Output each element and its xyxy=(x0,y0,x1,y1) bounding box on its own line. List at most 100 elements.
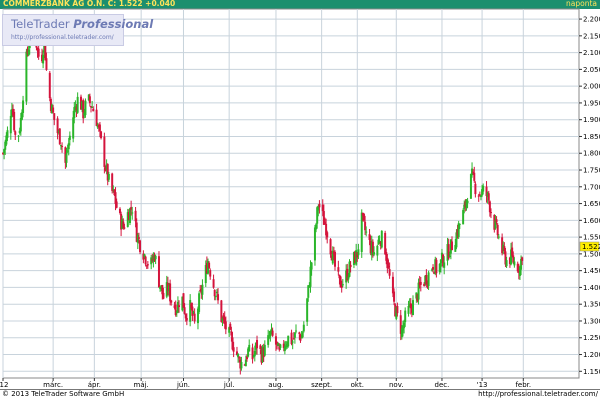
candle-down xyxy=(496,224,499,236)
candle-up xyxy=(17,135,20,137)
x-tick-label: okt. xyxy=(351,381,364,389)
candle-down xyxy=(100,131,103,139)
candle-down xyxy=(450,241,453,250)
candle-up xyxy=(357,249,360,256)
candle-up xyxy=(240,361,243,369)
candle-up xyxy=(513,261,516,266)
candle-down xyxy=(139,240,142,252)
x-tick-label: '13 xyxy=(477,381,488,389)
candle-down xyxy=(224,321,227,330)
y-tick-label: 1.350 xyxy=(583,301,600,309)
candle-up xyxy=(427,272,430,287)
candle-down xyxy=(178,305,181,307)
candle-up xyxy=(198,293,201,312)
y-tick-label: 1.400 xyxy=(583,284,600,292)
candle-up xyxy=(497,236,500,238)
candle-up xyxy=(365,231,368,233)
candle-down xyxy=(169,283,172,302)
y-tick-label: 1.950 xyxy=(583,99,600,107)
candle-up xyxy=(458,223,461,225)
y-tick-label: 1.150 xyxy=(583,368,600,376)
candle-down xyxy=(495,219,498,223)
y-tick-label: 1.700 xyxy=(583,183,600,191)
candle-down xyxy=(115,201,118,208)
candle-down xyxy=(185,317,188,321)
candle-up xyxy=(287,335,290,347)
candle-down xyxy=(183,307,186,314)
watermark-brand: TeleTrader Professional xyxy=(11,17,153,31)
candle-down xyxy=(232,347,235,352)
y-tick-label: 1.250 xyxy=(583,334,600,342)
candle-up xyxy=(505,260,508,267)
candle-up xyxy=(341,284,344,286)
x-tick-label: ápr. xyxy=(88,381,101,389)
y-tick-label: 2.150 xyxy=(583,32,600,40)
x-tick-label: máj. xyxy=(134,381,149,389)
x-tick-label: febr. xyxy=(515,381,531,389)
candle-up xyxy=(107,174,110,180)
candle-up xyxy=(291,341,294,343)
candle-up xyxy=(482,185,485,192)
x-tick-label: '12 xyxy=(0,381,8,389)
candle-down xyxy=(318,203,321,208)
candle-down xyxy=(45,58,48,70)
candle-down xyxy=(61,145,64,147)
candle-down xyxy=(474,183,477,195)
candle-down xyxy=(256,339,259,349)
candle-down xyxy=(213,289,216,297)
candle-down xyxy=(326,232,329,238)
y-tick-label: 1.450 xyxy=(583,267,600,275)
candle-up xyxy=(68,135,71,140)
candle-down xyxy=(146,264,149,266)
y-tick-label: 1.850 xyxy=(583,133,600,141)
candle-down xyxy=(88,96,91,104)
candle-up xyxy=(373,252,376,255)
chart-footer: © 2013 TeleTrader Software GmbH http://p… xyxy=(0,389,600,401)
candle-up xyxy=(76,96,79,113)
candle-down xyxy=(208,262,211,268)
candle-down xyxy=(393,291,396,302)
price-chart: 2.200 2.150 2.100 2.050 2.000 1.950 1.900 1.850… xyxy=(0,8,600,389)
y-tick-label: 2.000 xyxy=(583,83,600,91)
candle-down xyxy=(419,281,422,285)
candle-down xyxy=(52,107,55,113)
y-tick-label: 2.200 xyxy=(583,16,600,24)
candle-down xyxy=(162,292,165,299)
candle-down xyxy=(157,256,160,288)
candle-down xyxy=(37,48,40,57)
candle-down xyxy=(14,131,17,135)
candle-down xyxy=(58,128,61,145)
footer-url: http://professional.teletrader.com/ xyxy=(478,390,598,398)
candle-down xyxy=(209,270,212,277)
candle-up xyxy=(154,255,157,260)
candle-up xyxy=(404,310,407,323)
candle-up xyxy=(411,300,414,316)
candle-up xyxy=(263,344,266,356)
candle-down xyxy=(435,259,438,274)
plot-area xyxy=(2,8,580,379)
candle-up xyxy=(9,115,12,134)
candle-down xyxy=(473,172,476,181)
candle-up xyxy=(380,230,383,248)
x-tick-label: márc. xyxy=(43,381,63,389)
candle-up xyxy=(466,200,469,203)
candle-down xyxy=(217,294,220,301)
x-tick-label: szept. xyxy=(311,381,332,389)
teletrader-watermark-logo: TeleTrader Professional http://professio… xyxy=(2,14,153,46)
candle-down xyxy=(98,124,101,131)
candle-down xyxy=(432,267,435,270)
copyright-text: © 2013 TeleTrader Software GmbH xyxy=(2,390,125,398)
candle-down xyxy=(193,313,196,322)
candle-up xyxy=(469,174,472,199)
candle-down xyxy=(521,257,524,261)
y-tick-label: 2.050 xyxy=(583,66,600,74)
y-tick-label: 1.800 xyxy=(583,150,600,158)
candle-up xyxy=(65,153,68,163)
candle-up xyxy=(306,298,309,322)
y-tick-label: 1.600 xyxy=(583,217,600,225)
candle-up xyxy=(6,130,9,138)
candle-down xyxy=(53,113,56,121)
candle-up xyxy=(295,330,298,332)
last-price-label: 1.522 xyxy=(582,243,600,251)
x-tick-label: júl. xyxy=(223,381,235,389)
